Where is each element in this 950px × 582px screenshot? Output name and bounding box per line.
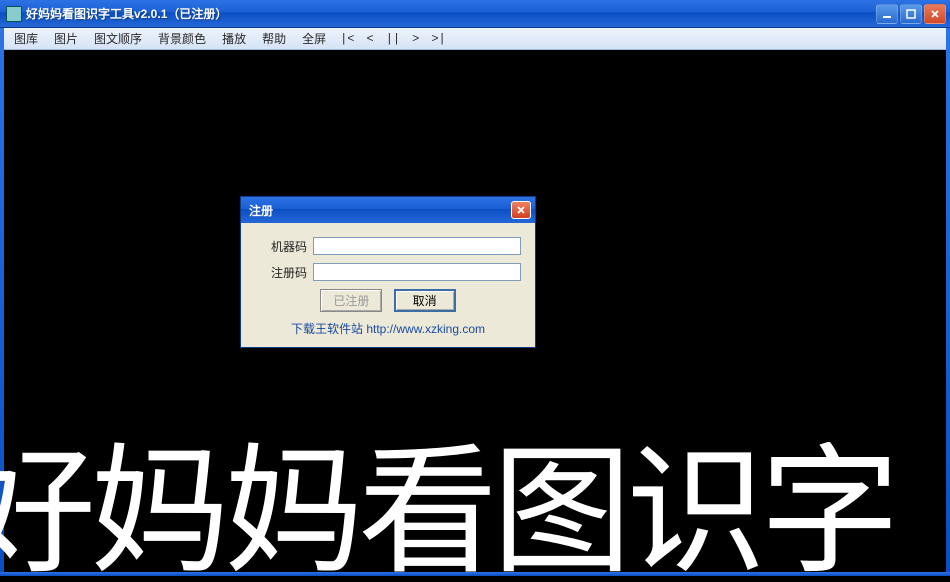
menu-bgcolor[interactable]: 背景颜色 (150, 28, 214, 49)
ctrl-pause[interactable]: || (380, 30, 406, 48)
ctrl-prev[interactable]: < (361, 30, 380, 48)
minimize-icon (882, 9, 892, 19)
register-dialog: 注册 机器码 注册码 已注册 取消 下载王软件站 http://www.xzki… (240, 196, 536, 348)
close-button[interactable] (924, 4, 946, 24)
close-icon (516, 205, 526, 215)
dialog-link-row: 下载王软件站 http://www.xzking.com (255, 320, 521, 337)
cancel-button[interactable]: 取消 (394, 289, 456, 312)
maximize-button[interactable] (900, 4, 922, 24)
label-reg-code: 注册码 (255, 264, 307, 281)
row-machine-code: 机器码 (255, 237, 521, 255)
dialog-title: 注册 (249, 202, 511, 219)
main-titlebar: 好妈妈看图识字工具v2.0.1（已注册） (0, 0, 950, 28)
menu-help[interactable]: 帮助 (254, 28, 294, 49)
registered-button[interactable]: 已注册 (320, 289, 382, 312)
label-machine-code: 机器码 (255, 238, 307, 255)
banner-text: 好妈妈看图识字 (0, 442, 898, 582)
minimize-button[interactable] (876, 4, 898, 24)
app-title: 好妈妈看图识字工具v2.0.1（已注册） (26, 5, 874, 22)
menu-play[interactable]: 播放 (214, 28, 254, 49)
ctrl-next[interactable]: > (406, 30, 425, 48)
reg-code-field[interactable] (313, 263, 521, 281)
menu-order[interactable]: 图文顺序 (86, 28, 150, 49)
menu-fullscreen[interactable]: 全屏 (294, 28, 334, 49)
machine-code-field[interactable] (313, 237, 521, 255)
dialog-close-button[interactable] (511, 201, 531, 219)
ctrl-last[interactable]: >| (425, 30, 451, 48)
menubar: 图库 图片 图文顺序 背景颜色 播放 帮助 全屏 |< < || > >| (0, 28, 950, 50)
close-icon (930, 9, 940, 19)
download-link[interactable]: http://www.xzking.com (366, 322, 485, 336)
frame-border (946, 28, 950, 576)
link-prefix: 下载王软件站 (291, 322, 366, 336)
menu-image[interactable]: 图片 (46, 28, 86, 49)
row-reg-code: 注册码 (255, 263, 521, 281)
ctrl-first[interactable]: |< (334, 30, 360, 48)
menu-library[interactable]: 图库 (6, 28, 46, 49)
maximize-icon (906, 9, 916, 19)
app-icon (6, 6, 22, 22)
dialog-titlebar[interactable]: 注册 (241, 197, 535, 223)
dialog-button-row: 已注册 取消 (255, 289, 521, 312)
dialog-body: 机器码 注册码 已注册 取消 下载王软件站 http://www.xzking.… (241, 223, 535, 347)
